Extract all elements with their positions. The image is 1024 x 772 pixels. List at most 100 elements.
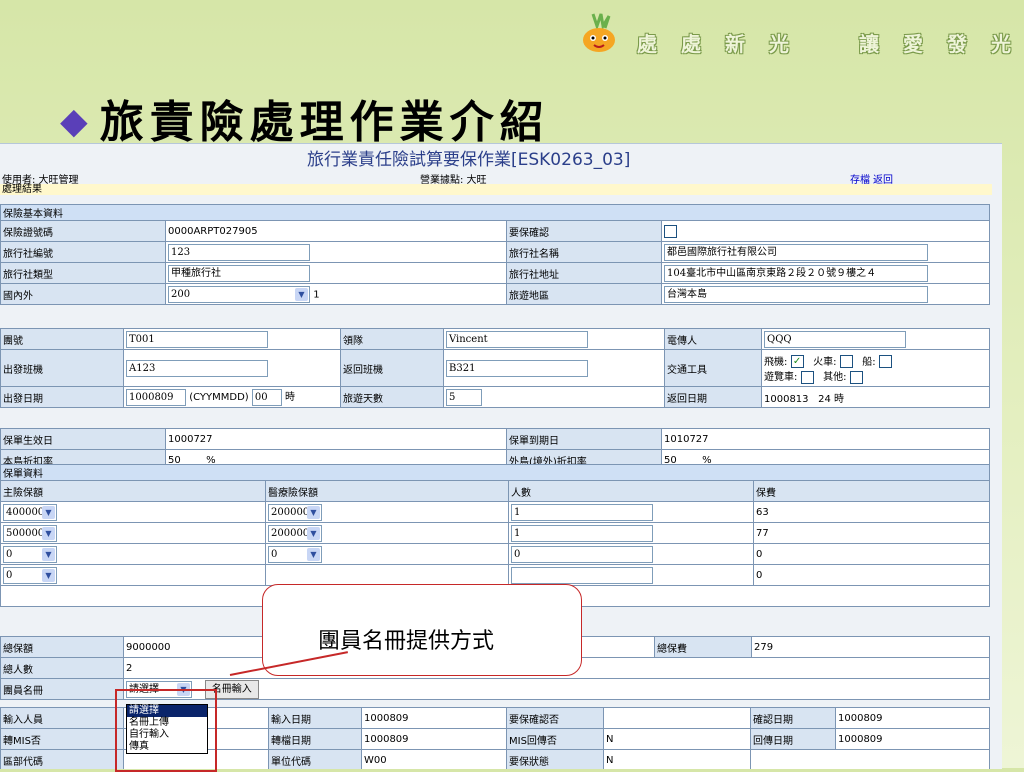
agency-no-input[interactable]: 123	[168, 243, 310, 261]
label: 旅遊地區	[506, 283, 662, 305]
page-title: ◆ 旅責險處理作業介紹	[60, 86, 550, 150]
medical-amount-select[interactable]: 200000 ▼	[268, 524, 322, 542]
main-amount-select[interactable]: 0 ▼	[3, 545, 57, 563]
select-value: 0	[6, 548, 13, 560]
return-date-value: 1000809	[835, 728, 990, 750]
slogan-char: 愛	[903, 32, 923, 56]
region-input[interactable]: 台灣本島	[664, 285, 928, 303]
label: 要保確認	[506, 220, 662, 242]
select-value: 200000	[271, 527, 310, 539]
plane-label: 飛機:	[764, 356, 788, 368]
ship-checkbox[interactable]	[878, 355, 892, 368]
highlight-box	[115, 689, 217, 772]
ship-label: 船:	[862, 356, 876, 368]
domestic-code: 1	[313, 289, 320, 300]
chevron-down-icon: ▼	[42, 526, 55, 540]
label: 出發日期	[0, 386, 124, 408]
label: 要保確認否	[506, 707, 604, 729]
column-header: 主險保額	[0, 480, 266, 502]
table-row: 0 ▼ 0 ▼ 0 0	[0, 543, 990, 565]
label: 總保費	[654, 636, 752, 658]
select-value: 200000	[271, 506, 310, 518]
select-value: 200	[171, 288, 191, 300]
depart-hour-input[interactable]: 00	[251, 388, 282, 406]
label: 保單到期日	[506, 428, 662, 450]
confirm-date-value: 1000809	[835, 707, 990, 729]
depart-flight-input[interactable]: A123	[126, 359, 268, 377]
other-checkbox[interactable]	[849, 370, 863, 384]
label: MIS回傳否	[506, 728, 604, 750]
section-title: 保單資料	[0, 464, 990, 481]
people-input[interactable]: 1	[511, 524, 653, 542]
main-amount-select[interactable]: 5000000 ▼	[3, 524, 57, 542]
domestic-select[interactable]: 200 ▼	[168, 285, 310, 303]
return-hour-value: 24	[818, 393, 831, 405]
basic-info-table: 保險基本資料 保險證號碼 0000ARPT027905 要保確認 旅行社編號 1…	[0, 204, 990, 305]
label: 總保額	[0, 636, 124, 658]
chevron-down-icon: ▼	[307, 505, 320, 519]
slogan-char: 發	[947, 32, 967, 56]
label: 旅遊天數	[340, 386, 444, 408]
column-header: 人數	[508, 480, 754, 502]
medical-amount-select[interactable]: 0 ▼	[268, 545, 322, 563]
people-input[interactable]: 0	[511, 545, 653, 563]
other-label: 其他:	[823, 372, 847, 383]
chevron-down-icon: ▼	[42, 547, 55, 561]
status-value: N	[603, 749, 751, 769]
label: 領隊	[340, 328, 444, 350]
label: 區部代碼	[0, 749, 124, 769]
leader-input[interactable]: Vincent	[446, 330, 588, 348]
label: 保險證號碼	[0, 220, 166, 242]
effective-value: 1000727	[165, 428, 507, 450]
agency-name-input[interactable]: 都邑國際旅行社有限公司	[664, 243, 928, 261]
agency-addr-input[interactable]: 104臺北市中山區南京東路２段２０號９樓之４	[664, 264, 928, 282]
slogan-char: 光	[991, 32, 1011, 56]
return-flight-input[interactable]: B321	[446, 359, 588, 377]
plane-checkbox[interactable]: ✓	[790, 355, 804, 368]
chevron-down-icon: ▼	[42, 505, 55, 519]
train-checkbox[interactable]	[839, 355, 853, 368]
contact-input[interactable]: QQQ	[764, 330, 906, 348]
label: 輸入人員	[0, 707, 124, 729]
days-input[interactable]: 5	[446, 388, 482, 406]
unit-value: W00	[361, 749, 507, 769]
callout-text: 團員名冊提供方式	[318, 629, 495, 654]
label: 團號	[0, 328, 124, 350]
hour-unit: 時	[285, 392, 296, 404]
return-date-value: 1000813	[764, 393, 809, 405]
slogan-char: 處	[681, 32, 701, 56]
slogan: 處 處 新 光 讓 愛 發 光	[625, 28, 1023, 57]
chevron-down-icon: ▼	[307, 526, 320, 540]
people-input[interactable]: 1	[511, 503, 653, 521]
label: 旅行社類型	[0, 262, 166, 284]
depart-date-input[interactable]: 1000809	[126, 388, 186, 406]
result-label: 處理結果	[0, 184, 992, 195]
label: 旅行社名稱	[506, 241, 662, 263]
slogan-char: 處	[637, 32, 657, 56]
people-input[interactable]	[511, 566, 653, 584]
bus-label: 遊覽車:	[764, 372, 798, 383]
label: 轉MIS否	[0, 728, 124, 750]
main-amount-select[interactable]: 0 ▼	[3, 566, 57, 584]
label: 總人數	[0, 657, 124, 679]
chevron-down-icon: ▼	[42, 568, 55, 582]
agency-type-input[interactable]: 甲種旅行社	[168, 264, 310, 282]
diamond-icon: ◆	[60, 100, 94, 142]
group-input[interactable]: T001	[126, 330, 268, 348]
label: 保單生效日	[0, 428, 166, 450]
date-format: (CYYMMDD)	[189, 392, 249, 404]
confirm-checkbox[interactable]	[664, 224, 677, 238]
label: 單位代碼	[268, 749, 362, 769]
label: 轉檔日期	[268, 728, 362, 750]
premium-value: 0	[753, 564, 990, 586]
table-row: 4000000 ▼ 200000 ▼ 1 63	[0, 501, 990, 523]
entry-date-value: 1000809	[361, 707, 507, 729]
premium-value: 77	[753, 522, 990, 544]
bus-checkbox[interactable]	[800, 370, 814, 384]
label: 回傳日期	[750, 728, 836, 750]
medical-amount-select[interactable]: 200000 ▼	[268, 503, 322, 521]
label: 要保狀態	[506, 749, 604, 769]
column-header: 醫療險保額	[265, 480, 509, 502]
label: 返回班機	[340, 349, 444, 387]
main-amount-select[interactable]: 4000000 ▼	[3, 503, 57, 521]
